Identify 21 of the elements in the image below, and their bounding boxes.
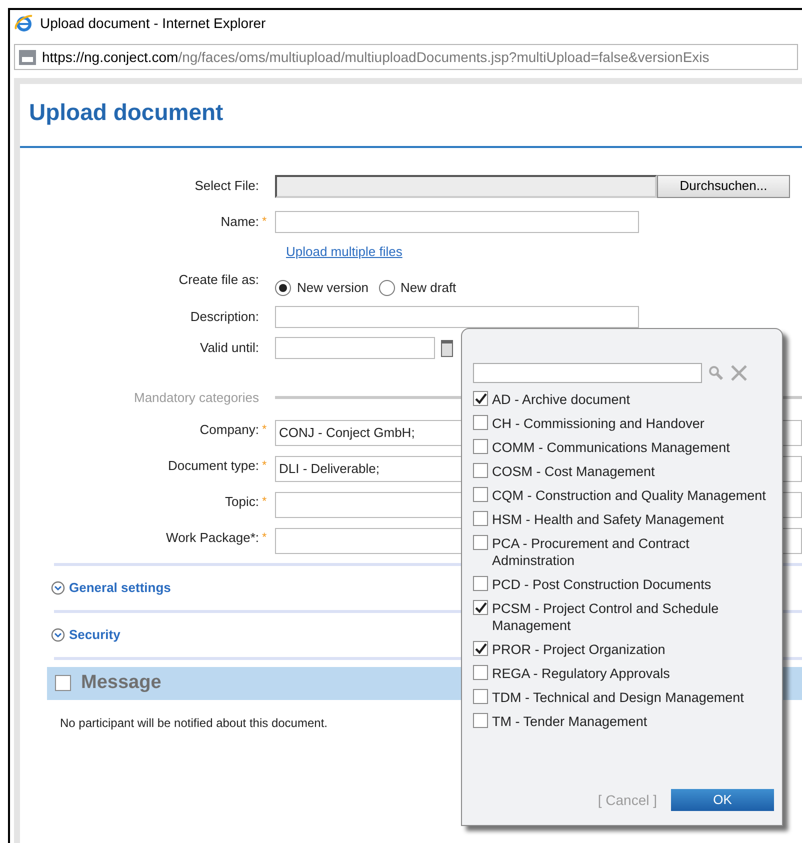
field-label: Valid until:	[200, 338, 259, 357]
field-label: Name:	[220, 213, 259, 232]
required-mark: *	[262, 420, 268, 438]
url-text: https://ng.conject.com/ng/faces/oms/multiupload/multiuploadDocuments.jsp?multiUpload=false&versionExis	[42, 48, 710, 67]
window-title: Upload document - Internet Explorer	[40, 14, 266, 33]
required-mark: *	[262, 213, 268, 230]
required-mark: *	[262, 456, 268, 474]
required-mark: *	[262, 528, 268, 546]
message-note: No participant will be notified about this document.	[60, 714, 328, 732]
field-label: Create file as:	[178, 270, 259, 288]
radio-label: New version	[297, 278, 369, 297]
field-label: Description:	[190, 308, 259, 326]
field-label: Mandatory categories	[134, 388, 259, 407]
field-label: Select File:	[194, 177, 259, 196]
field-label: Company:	[200, 420, 259, 439]
required-mark: *	[262, 492, 268, 510]
radio-label: New draft	[400, 278, 456, 297]
field-label: Work Package*:	[166, 528, 259, 547]
page-title: Upload document	[29, 98, 224, 127]
field-label: Topic:	[225, 492, 259, 511]
field-label: Document type:	[168, 456, 259, 475]
